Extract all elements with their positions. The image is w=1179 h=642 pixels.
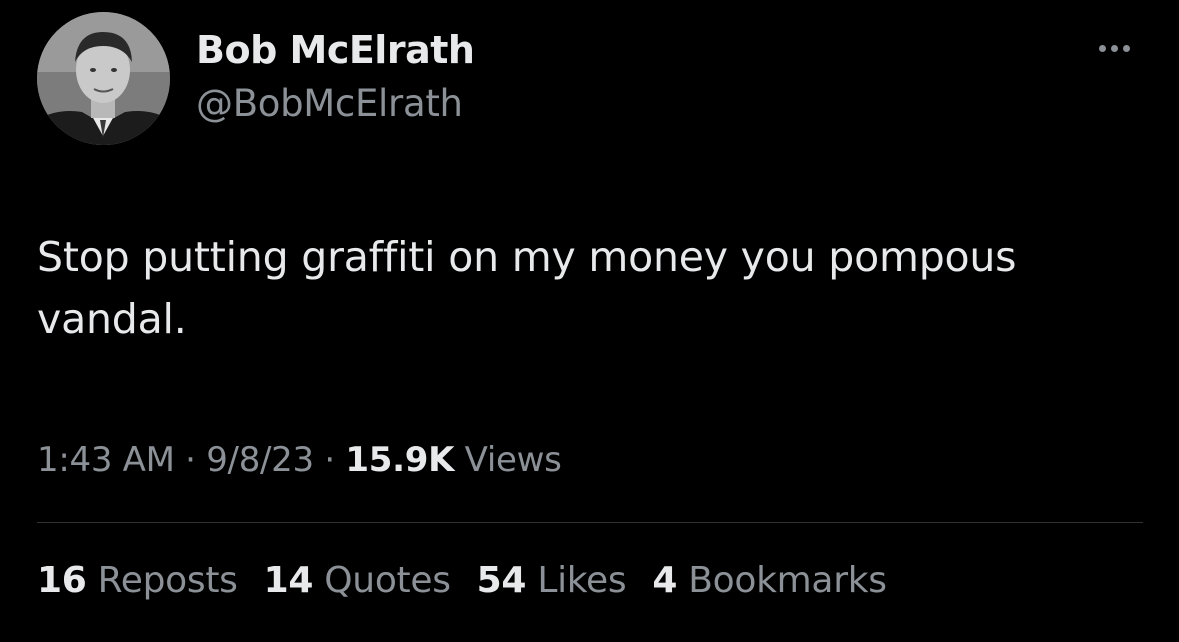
engagement-stats: 16 Reposts 14 Quotes 54 Likes 4 Bookmark… xyxy=(37,560,913,601)
author-display-name[interactable]: Bob McElrath xyxy=(196,28,475,72)
author-handle[interactable]: @BobMcElrath xyxy=(196,82,463,125)
avatar[interactable] xyxy=(37,12,170,145)
more-horizontal-icon xyxy=(1098,44,1106,52)
meta-separator: · xyxy=(324,440,335,480)
meta-separator: · xyxy=(185,440,196,480)
quotes-stat[interactable]: 14 Quotes xyxy=(264,560,451,601)
tweet-meta: 1:43 AM · 9/8/23 · 15.9K Views xyxy=(37,440,562,480)
tweet-time[interactable]: 1:43 AM xyxy=(37,440,175,480)
bookmarks-stat[interactable]: 4 Bookmarks xyxy=(652,560,887,601)
likes-label: Likes xyxy=(537,560,627,601)
quotes-label: Quotes xyxy=(324,560,451,601)
divider xyxy=(37,522,1143,523)
likes-count: 54 xyxy=(476,560,527,601)
bookmarks-label: Bookmarks xyxy=(688,560,887,601)
tweet-date[interactable]: 9/8/23 xyxy=(206,440,314,480)
reposts-stat[interactable]: 16 Reposts xyxy=(37,560,238,601)
tweet-card: Bob McElrath @BobMcElrath Stop putting g… xyxy=(0,0,1179,642)
views-label: Views xyxy=(464,440,562,480)
views-count: 15.9K xyxy=(345,440,455,480)
more-options-button[interactable] xyxy=(1088,30,1140,66)
more-horizontal-icon xyxy=(1122,44,1130,52)
quotes-count: 14 xyxy=(263,560,314,601)
profile-photo-icon xyxy=(37,12,170,145)
reposts-count: 16 xyxy=(37,560,87,601)
likes-stat[interactable]: 54 Likes xyxy=(477,560,627,601)
tweet-text: Stop putting graffiti on my money you po… xyxy=(37,233,1017,343)
more-horizontal-icon xyxy=(1110,44,1118,52)
reposts-label: Reposts xyxy=(97,560,238,601)
bookmarks-count: 4 xyxy=(652,560,678,601)
